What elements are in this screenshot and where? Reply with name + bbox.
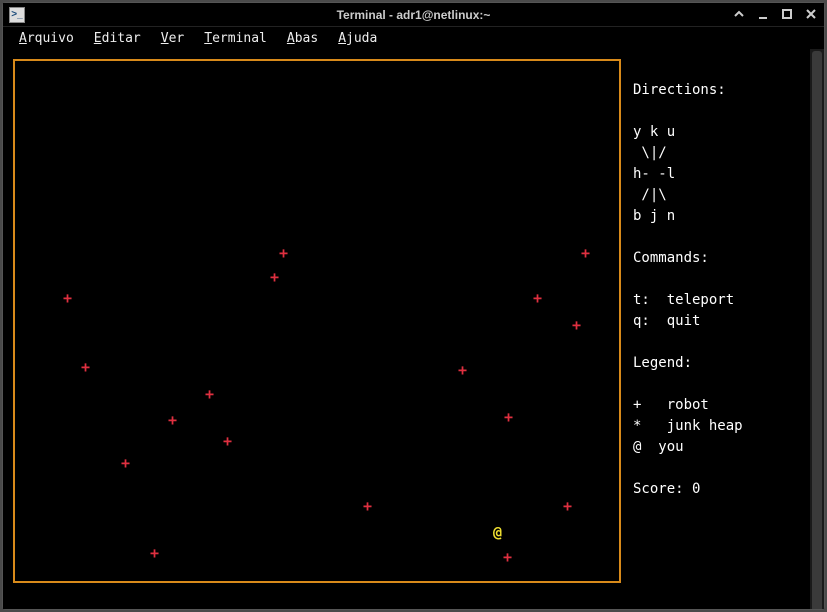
robot: + — [168, 411, 177, 429]
game-sidebar: Directions: y k u \|/ h- -l /|\ b j n Co… — [633, 59, 743, 521]
score-label: Score: — [633, 481, 692, 497]
maximize-button[interactable] — [778, 5, 796, 23]
terminal-icon: >_ — [9, 7, 25, 23]
robot: + — [279, 244, 288, 262]
menu-arquivo[interactable]: Arquivo — [9, 29, 84, 48]
menubar: Arquivo Editar Ver Terminal Abas Ajuda — [3, 27, 824, 49]
robot: + — [503, 548, 512, 566]
robot: + — [205, 385, 214, 403]
menu-abas[interactable]: Abas — [277, 29, 328, 48]
scrollbar-thumb[interactable] — [812, 51, 822, 609]
terminal-window: >_ Terminal - adr1@netlinux:~ Arquivo Ed… — [2, 2, 825, 610]
rollup-button[interactable] — [730, 5, 748, 23]
terminal-body[interactable]: +++++++++++++++++@ Directions: y k u \|/… — [3, 49, 824, 609]
directions-map: y k u \|/ h- -l /|\ b j n — [633, 124, 675, 224]
score-value: 0 — [692, 481, 700, 497]
window-controls — [730, 5, 820, 23]
menu-ajuda[interactable]: Ajuda — [328, 29, 387, 48]
menu-ver[interactable]: Ver — [151, 29, 194, 48]
robot: + — [533, 289, 542, 307]
robot: + — [572, 316, 581, 334]
robot: + — [363, 497, 372, 515]
commands-list: t: teleport q: quit — [633, 292, 734, 329]
window-title: Terminal - adr1@netlinux:~ — [3, 8, 824, 22]
game-playfield — [13, 59, 621, 583]
titlebar[interactable]: >_ Terminal - adr1@netlinux:~ — [3, 3, 824, 27]
robot: + — [223, 432, 232, 450]
robot: + — [270, 268, 279, 286]
scrollbar[interactable] — [810, 49, 824, 609]
robot: + — [458, 361, 467, 379]
close-button[interactable] — [802, 5, 820, 23]
minimize-button[interactable] — [754, 5, 772, 23]
menu-terminal[interactable]: Terminal — [194, 29, 277, 48]
directions-title: Directions: — [633, 82, 726, 98]
robot: + — [121, 454, 130, 472]
commands-title: Commands: — [633, 250, 709, 266]
player: @ — [493, 523, 502, 541]
robot: + — [81, 358, 90, 376]
robot: + — [581, 244, 590, 262]
robot: + — [150, 544, 159, 562]
robot: + — [63, 289, 72, 307]
legend-title: Legend: — [633, 355, 692, 371]
robot: + — [563, 497, 572, 515]
robot: + — [504, 408, 513, 426]
legend-list: + robot * junk heap @ you — [633, 397, 743, 455]
menu-editar[interactable]: Editar — [84, 29, 151, 48]
